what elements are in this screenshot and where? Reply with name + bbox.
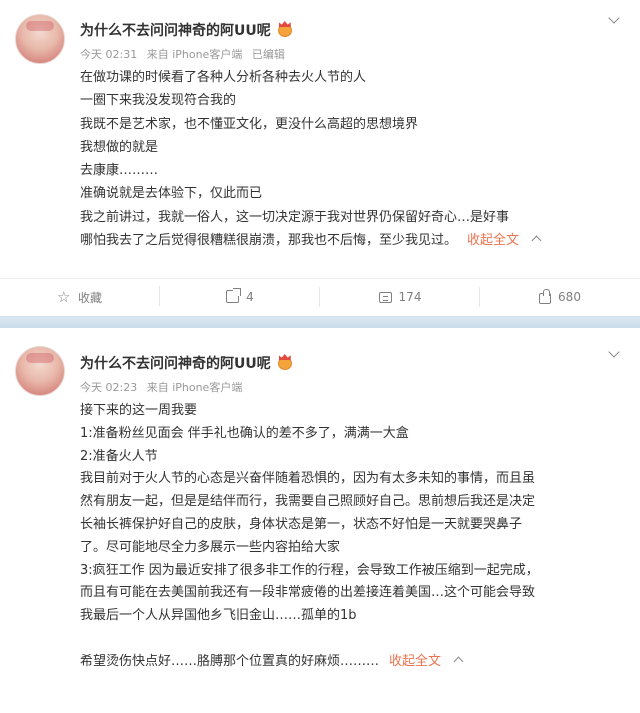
collapse-text-link[interactable]: 收起全文 [389, 654, 441, 669]
favorite-button[interactable]: 收藏 [0, 285, 160, 306]
content-line: 3:疯狂工作 因为最近安排了很多非工作的行程，会导致工作被压缩到一起完成， [80, 562, 539, 578]
content-line: 1:准备粉丝见面会 伴手礼也确认的差不多了，满满一大盒 [80, 425, 409, 441]
action-bar: 收藏 4 174 680 [0, 278, 640, 315]
chevron-up-icon[interactable] [531, 235, 542, 246]
comment-button[interactable]: 174 [320, 287, 480, 307]
comment-icon [378, 292, 392, 303]
post-meta: 今天 02:31 来自 iPhone客户端 已编辑 [80, 46, 291, 62]
content-line: 了。尽可能地尽全力多展示一些内容拍给大家 [80, 539, 341, 555]
star-icon [57, 288, 71, 306]
post-time[interactable]: 今天 02:23 [80, 381, 137, 394]
weibo-post-1: 为什么不去问问神奇的阿UU呢 今天 02:31 来自 iPhone客户端 已编辑… [0, 0, 640, 316]
content-line: 而且有可能在去美国前我还有一段非常疲倦的出差接连着美国…这个可能会导致 [80, 585, 536, 601]
favorite-label: 收藏 [77, 290, 102, 305]
post-time[interactable]: 今天 02:31 [80, 48, 137, 61]
user-avatar[interactable] [15, 346, 65, 396]
vip-crown-badge-icon [277, 354, 294, 371]
content-line: 在做功课的时候看了各种人分析各种去火人节的人 [80, 70, 367, 85]
content-line: 准确说就是去体验下，仅此而已 [80, 186, 263, 202]
vip-crown-badge-icon [277, 21, 294, 38]
repost-button[interactable]: 4 [160, 287, 320, 307]
post-source: 来自 iPhone客户端 [146, 48, 243, 61]
content-line: 我最后一个人从异国他乡飞旧金山……孤单的1b [80, 608, 357, 624]
collapse-text-link[interactable]: 收起全文 [467, 233, 519, 248]
content-line: 2:准备火人节 [80, 448, 158, 464]
content-line-last: 希望烫伤快点好……胳膊那个位置真的好麻烦……… 收起全文 [80, 651, 625, 674]
content-line: 然有朋友一起，但是是结伴而行，我需要自己照顾好自己。思前想后我还是决定 [80, 494, 536, 510]
user-avatar[interactable] [15, 14, 65, 64]
post-content: 在做功课的时候看了各种人分析各种去火人节的人 一圈下来我没发现符合我的 我既不是… [80, 66, 625, 252]
thumbs-up-icon [539, 289, 552, 304]
content-line: 接下来的这一周我要 [80, 403, 198, 418]
chevron-down-icon[interactable] [608, 14, 620, 26]
content-line: 我目前对于火人节的心态是兴奋伴随着恐惧的，因为有太多未知的事情，而且虽 [80, 471, 536, 487]
comment-count: 174 [398, 290, 422, 304]
content-line-last: 哪怕我去了之后觉得很糟糕很崩溃，那我也不后悔，至少我见过。 收起全文 [80, 229, 625, 252]
content-line: 去康康……… [80, 163, 159, 179]
chevron-down-icon[interactable] [608, 348, 620, 360]
content-line: 我之前讲过，我就一俗人，这一切决定源于我对世界仍保留好奇心…是好事 [80, 209, 510, 225]
content-line: 长袖长裤保护好自己的皮肤，身体状态是第一，状态不好怕是一天就要哭鼻子 [80, 516, 523, 532]
post-content: 接下来的这一周我要 1:准备粉丝见面会 伴手礼也确认的差不多了，满满一大盒 2:… [80, 400, 625, 674]
like-button[interactable]: 680 [480, 289, 640, 304]
chevron-up-icon[interactable] [453, 656, 464, 667]
content-line: 我既不是艺术家，也不懂亚文化，更没什么高超的思想境界 [80, 116, 419, 132]
edited-label[interactable]: 已编辑 [252, 48, 285, 61]
username[interactable]: 为什么不去问问神奇的阿UU呢 [80, 353, 294, 373]
username[interactable]: 为什么不去问问神奇的阿UU呢 [80, 20, 294, 40]
post-meta: 今天 02:23 来自 iPhone客户端 [80, 379, 248, 395]
repost-icon [226, 288, 242, 303]
repost-count: 4 [246, 290, 254, 304]
post-divider [0, 316, 640, 328]
content-line: 一圈下来我没发现符合我的 [80, 93, 237, 109]
content-line: 我想做的就是 [80, 139, 159, 155]
like-count: 680 [558, 290, 581, 304]
post-source: 来自 iPhone客户端 [146, 381, 243, 394]
